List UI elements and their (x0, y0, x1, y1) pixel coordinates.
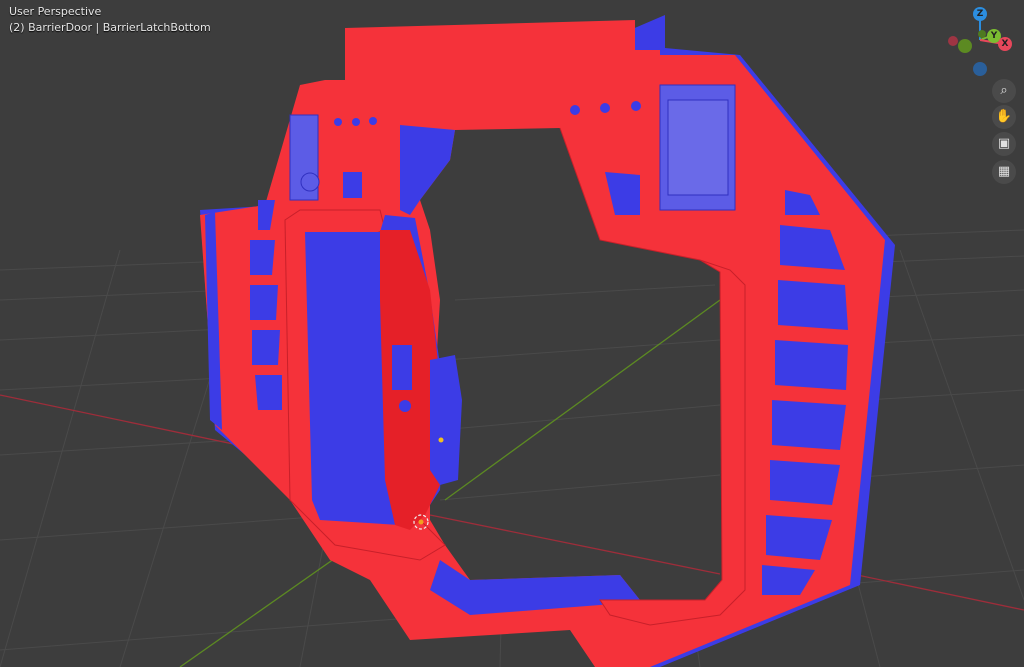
gizmo-neg-z-axis[interactable] (973, 62, 987, 76)
gizmo-neg-y-axis[interactable] (958, 39, 972, 53)
gizmo-neg-x-axis[interactable] (948, 36, 958, 46)
zoom-icon[interactable]: ⌕ (992, 79, 1016, 103)
gizmo-x-axis[interactable]: X (998, 37, 1012, 51)
gizmo-neg-y-small[interactable] (978, 30, 986, 38)
hand-pan-icon[interactable]: ✋ (992, 105, 1016, 129)
navigation-gizmo[interactable]: Z Y X (940, 5, 1020, 80)
gizmo-z-axis[interactable]: Z (973, 7, 987, 21)
grid-ortho-icon[interactable]: ▦ (992, 160, 1016, 184)
viewport-mode-label: User Perspective (9, 5, 102, 18)
camera-icon[interactable]: ▣ (992, 132, 1016, 156)
active-object-label: (2) BarrierDoor | BarrierLatchBottom (9, 21, 211, 34)
3d-viewport[interactable] (0, 0, 1024, 667)
barrier-door-mesh[interactable] (200, 15, 895, 667)
